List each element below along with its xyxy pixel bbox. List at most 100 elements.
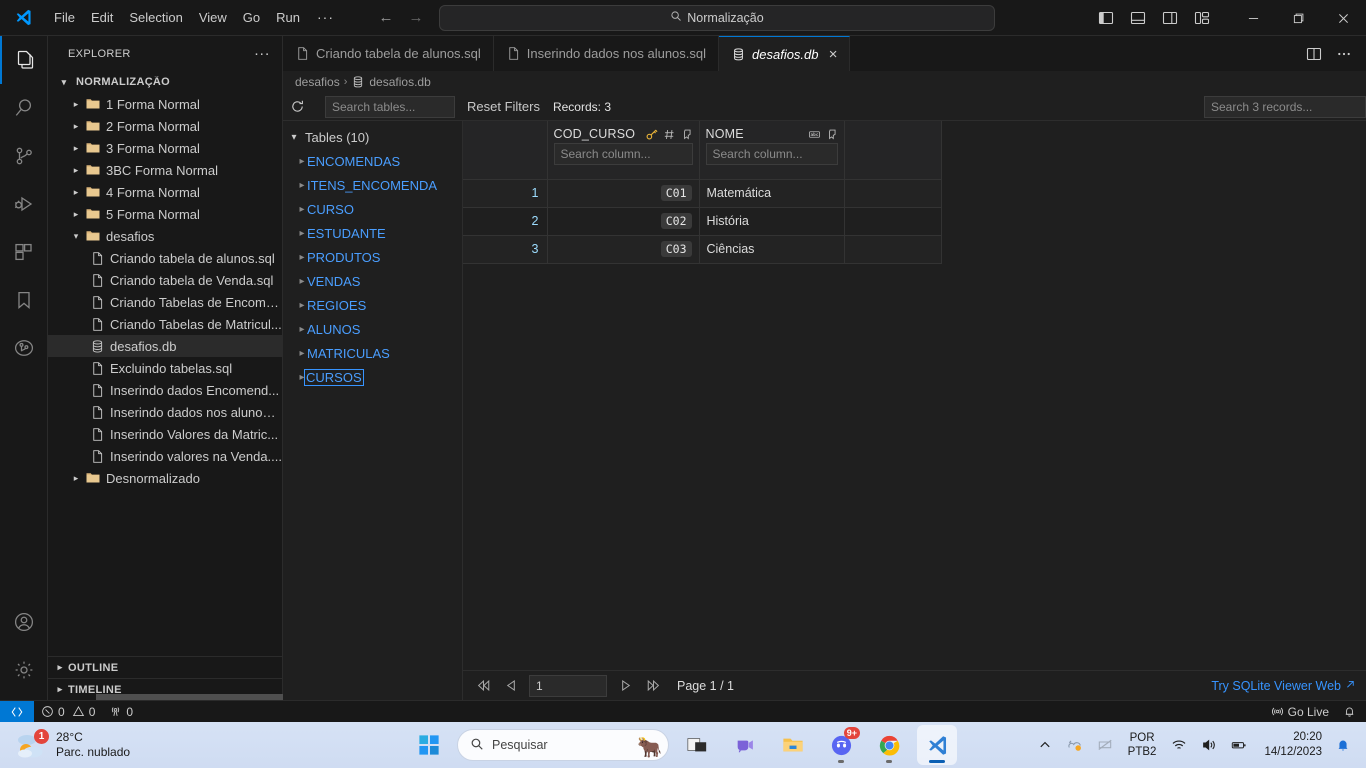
cell-cod-curso[interactable]: C01 xyxy=(547,179,700,208)
table-row[interactable]: 1 C01 Matemática xyxy=(463,179,942,208)
cell-nome[interactable]: Matemática xyxy=(699,179,845,208)
activitybar-item-explorer[interactable] xyxy=(0,36,48,84)
taskbar-weather-widget[interactable]: 1 28°C Parc. nublado xyxy=(0,729,240,760)
table-item-cursos[interactable]: ▸ CURSOS xyxy=(283,365,462,389)
sidebar-section-outline[interactable]: ▸ OUTLINE xyxy=(48,656,282,678)
table-item-vendas[interactable]: ▸ VENDAS xyxy=(283,269,462,293)
menu-file[interactable]: File xyxy=(46,5,83,30)
status-problems[interactable]: 0 0 xyxy=(34,701,102,723)
activitybar-item-settings[interactable] xyxy=(0,646,48,694)
tree-item-file[interactable]: Inserindo Valores da Matric... xyxy=(48,423,282,445)
sidebar-horizontal-scrollbar[interactable] xyxy=(96,694,283,700)
close-icon[interactable]: × xyxy=(829,46,838,63)
tray-clock[interactable]: 20:20 14/12/2023 xyxy=(1254,730,1328,760)
command-center[interactable]: Normalização xyxy=(439,4,995,31)
activitybar-item-accounts[interactable] xyxy=(0,598,48,646)
tab-criando-tabela-de-alunos[interactable]: Criando tabela de alunos.sql xyxy=(283,36,494,71)
tray-chevron-up-icon[interactable] xyxy=(1030,737,1060,753)
taskbar-file-explorer[interactable] xyxy=(773,725,813,765)
table-item-estudante[interactable]: ▸ ESTUDANTE xyxy=(283,221,462,245)
tray-battery-icon[interactable] xyxy=(1224,737,1254,753)
table-item-produtos[interactable]: ▸ PRODUTOS xyxy=(283,245,462,269)
table-item-curso[interactable]: ▸ CURSO xyxy=(283,197,462,221)
menu-view[interactable]: View xyxy=(191,5,235,30)
tray-wifi-icon[interactable] xyxy=(1164,737,1194,753)
menu-run[interactable]: Run xyxy=(268,5,308,30)
forward-arrow-icon[interactable]: → xyxy=(401,5,431,31)
column-search-input[interactable] xyxy=(553,143,693,165)
breadcrumb-folder[interactable]: desafios xyxy=(295,75,340,89)
remote-indicator-icon[interactable] xyxy=(0,700,34,723)
start-button[interactable] xyxy=(409,725,449,765)
tree-item-folder[interactable]: ▸ 3 Forma Normal xyxy=(48,137,282,159)
tree-item-file[interactable]: Criando tabela de alunos.sql xyxy=(48,247,282,269)
toggle-primary-sidebar-icon[interactable] xyxy=(1091,5,1121,31)
customize-layout-icon[interactable] xyxy=(1187,5,1217,31)
tree-item-folder[interactable]: ▸ 3BC Forma Normal xyxy=(48,159,282,181)
activitybar-item-git-graph[interactable] xyxy=(0,324,48,372)
activitybar-item-bookmarks[interactable] xyxy=(0,276,48,324)
split-editor-icon[interactable] xyxy=(1300,41,1328,67)
cell-nome[interactable]: Ciências xyxy=(699,235,845,264)
tree-item-file[interactable]: Inserindo dados Encomend... xyxy=(48,379,282,401)
cell-cod-curso[interactable]: C03 xyxy=(547,235,700,264)
cell-cod-curso[interactable]: C02 xyxy=(547,207,700,236)
taskbar-task-view[interactable] xyxy=(677,725,717,765)
search-records-input[interactable] xyxy=(1204,95,1366,118)
taskbar-teams[interactable] xyxy=(725,725,765,765)
grid-column-cod-curso[interactable]: COD_CURSO xyxy=(547,121,700,180)
prev-page-icon[interactable] xyxy=(497,673,525,699)
table-item-regioes[interactable]: ▸ REGIOES xyxy=(283,293,462,317)
tree-item-file[interactable]: Criando tabela de Venda.sql xyxy=(48,269,282,291)
table-item-alunos[interactable]: ▸ ALUNOS xyxy=(283,317,462,341)
tree-item-file[interactable]: Inserindo valores na Venda.... xyxy=(48,445,282,467)
breadcrumb-file[interactable]: desafios.db xyxy=(369,75,430,89)
taskbar-chrome[interactable] xyxy=(869,725,909,765)
tables-group-header[interactable]: ▾ Tables (10) xyxy=(283,125,462,149)
window-minimize-button[interactable] xyxy=(1231,0,1276,36)
refresh-icon[interactable] xyxy=(283,93,311,121)
back-arrow-icon[interactable]: ← xyxy=(371,5,401,31)
tray-onedrive-icon[interactable] xyxy=(1060,737,1090,753)
editor-more-actions-icon[interactable] xyxy=(1330,41,1358,67)
table-item-matriculas[interactable]: ▸ MATRICULAS xyxy=(283,341,462,365)
cell-nome[interactable]: História xyxy=(699,207,845,236)
menu-go[interactable]: Go xyxy=(235,5,268,30)
tree-item-folder-desnormalizado[interactable]: ▸ Desnormalizado xyxy=(48,467,282,489)
explorer-more-actions-button[interactable]: ··· xyxy=(254,45,274,62)
taskbar-search-box[interactable]: Pesquisar 🐂 xyxy=(457,729,669,761)
tab-desafios-db[interactable]: desafios.db × xyxy=(719,36,851,71)
table-row[interactable]: 2 C02 História xyxy=(463,207,942,236)
activitybar-item-source-control[interactable] xyxy=(0,132,48,180)
pin-icon[interactable] xyxy=(825,128,838,141)
window-maximize-button[interactable] xyxy=(1276,0,1321,36)
activitybar-item-extensions[interactable] xyxy=(0,228,48,276)
reset-filters-button[interactable]: Reset Filters xyxy=(463,99,544,114)
menu-selection[interactable]: Selection xyxy=(121,5,190,30)
menu-edit[interactable]: Edit xyxy=(83,5,121,30)
tree-item-file[interactable]: Criando Tabelas de Matricul... xyxy=(48,313,282,335)
tree-item-folder[interactable]: ▸ 2 Forma Normal xyxy=(48,115,282,137)
taskbar-vscode[interactable] xyxy=(917,725,957,765)
taskbar-discord[interactable]: 9+ xyxy=(821,725,861,765)
status-go-live[interactable]: Go Live xyxy=(1264,701,1336,723)
tray-no-display-icon[interactable] xyxy=(1090,737,1120,753)
status-notifications[interactable] xyxy=(1336,701,1366,723)
table-row[interactable]: 3 C03 Ciências xyxy=(463,235,942,264)
menu-more-button[interactable]: ··· xyxy=(308,8,343,27)
data-grid-scroll[interactable]: COD_CURSO Search column... NOME abc Sear… xyxy=(463,121,1366,670)
tree-item-folder[interactable]: ▸ 5 Forma Normal xyxy=(48,203,282,225)
tree-item-file[interactable]: Excluindo tabelas.sql xyxy=(48,357,282,379)
table-item-itens-encomenda[interactable]: ▸ ITENS_ENCOMENDA xyxy=(283,173,462,197)
next-page-icon[interactable] xyxy=(611,673,639,699)
toggle-panel-icon[interactable] xyxy=(1123,5,1153,31)
tray-volume-icon[interactable] xyxy=(1194,737,1224,753)
table-item-encomendas[interactable]: ▸ ENCOMENDAS xyxy=(283,149,462,173)
tree-item-file[interactable]: Inserindo dados nos alunos.... xyxy=(48,401,282,423)
status-ports[interactable]: 0 xyxy=(102,701,140,723)
tree-item-desafios-db[interactable]: desafios.db xyxy=(48,335,282,357)
page-number-input[interactable] xyxy=(529,674,607,697)
tree-item-file[interactable]: Criando Tabelas de Encome... xyxy=(48,291,282,313)
first-page-icon[interactable] xyxy=(469,673,497,699)
window-close-button[interactable] xyxy=(1321,0,1366,36)
